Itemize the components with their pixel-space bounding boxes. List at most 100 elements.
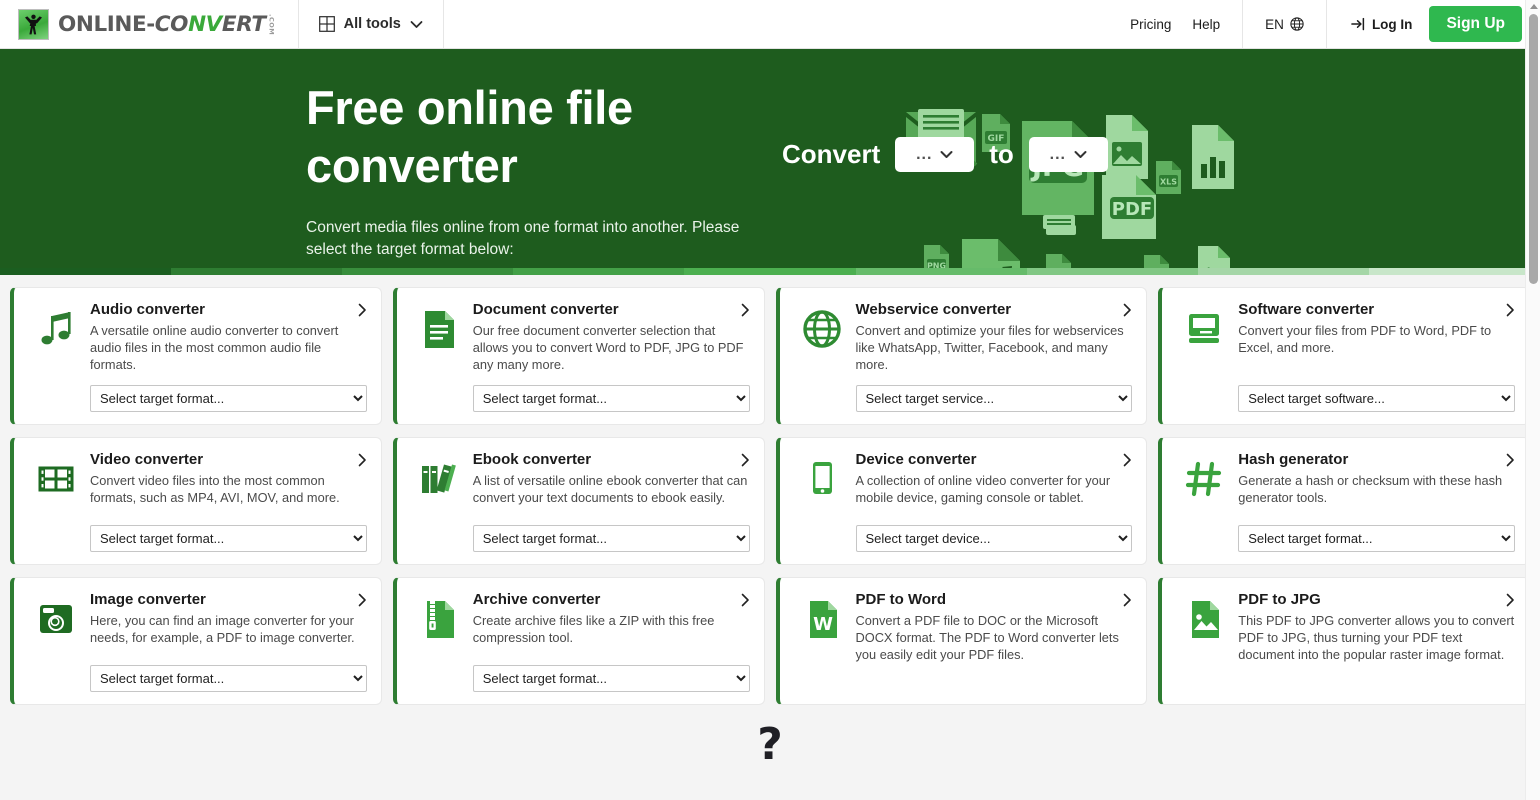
login-arrow-icon bbox=[1351, 17, 1365, 31]
person-raising-arms-icon bbox=[18, 8, 49, 40]
converter-card-software-converter[interactable]: Software converter Convert your files fro… bbox=[1158, 287, 1530, 425]
broken-image-placeholder: ? bbox=[757, 719, 783, 770]
hash-icon bbox=[1182, 457, 1226, 501]
converter-card-document-converter[interactable]: Document converter Our free document conv… bbox=[392, 287, 765, 425]
hero-widget-area: Convert ... to ... bbox=[770, 49, 1540, 275]
hero-strip-segment-3 bbox=[513, 268, 685, 275]
site-header: ONLINE - CO NV ERT .COM All tools Pricing He… bbox=[0, 0, 1540, 49]
card-title: Hash generator bbox=[1238, 451, 1349, 468]
logo-text-co: CO bbox=[154, 11, 189, 37]
help-link[interactable]: Help bbox=[1192, 17, 1220, 32]
convert-to-select[interactable]: ... bbox=[1028, 137, 1108, 172]
convert-to-value: ... bbox=[1049, 145, 1066, 163]
card-description: A versatile online audio converter to co… bbox=[90, 323, 339, 372]
hero-strip-segment-1 bbox=[171, 268, 343, 275]
card-description: Generate a hash or checksum with these h… bbox=[1238, 473, 1503, 505]
tablet-icon bbox=[800, 457, 844, 501]
card-description: Create archive files like a ZIP with thi… bbox=[472, 613, 715, 645]
language-label: EN bbox=[1265, 16, 1284, 32]
card-body: Software converter Convert your files fro… bbox=[1238, 301, 1515, 412]
convert-from-select[interactable]: ... bbox=[895, 137, 975, 172]
ebook-converter-format-select[interactable]: Select target format... bbox=[472, 525, 750, 552]
scroll-up-arrow-icon[interactable] bbox=[1530, 4, 1538, 9]
card-title: Ebook converter bbox=[472, 451, 592, 468]
card-body: Document converter Our free document conv… bbox=[472, 301, 750, 412]
pricing-link[interactable]: Pricing bbox=[1130, 17, 1171, 32]
converter-card-device-converter[interactable]: Device converter A collection of online v… bbox=[775, 437, 1148, 565]
converter-card-pdf-to-jpg[interactable]: PDF to JPG This PDF to JPG converter allo… bbox=[1158, 577, 1530, 705]
converter-card-audio-converter[interactable]: Audio converter A versatile online audio … bbox=[10, 287, 382, 425]
chevron-down-icon bbox=[940, 151, 953, 158]
logo-text-nv: NV bbox=[188, 11, 222, 37]
all-tools-menu[interactable]: All tools bbox=[299, 0, 444, 48]
hero-subtitle: Convert media files online from one form… bbox=[306, 219, 740, 258]
logo-text-ert: ERT bbox=[221, 11, 266, 37]
device-converter-format-select[interactable]: Select target device... bbox=[855, 525, 1133, 552]
page-scrollbar[interactable] bbox=[1525, 0, 1540, 800]
books-icon bbox=[417, 457, 461, 501]
chevron-right-icon bbox=[358, 593, 366, 607]
converter-card-ebook-converter[interactable]: Ebook converter A list of versatile onlin… bbox=[392, 437, 765, 565]
card-body: Archive converter Create archive files li… bbox=[472, 591, 750, 692]
hero-strip-segment-5 bbox=[855, 268, 1027, 275]
converter-card-video-converter[interactable]: Video converter Convert video files into … bbox=[10, 437, 382, 565]
converter-card-webservice-converter[interactable]: Webservice converter Convert and optimize… bbox=[775, 287, 1148, 425]
software-converter-format-select[interactable]: Select target software... bbox=[1238, 385, 1515, 412]
converter-card-pdf-to-word[interactable]: W PDF to Word Convert a PDF file to DOC or… bbox=[775, 577, 1148, 705]
globe-icon bbox=[1290, 17, 1304, 31]
card-select-wrapper: Select target format... bbox=[1238, 513, 1515, 552]
hero-strip-segment-7 bbox=[1197, 268, 1369, 275]
image-converter-format-select[interactable]: Select target format... bbox=[90, 665, 367, 692]
convert-label: Convert bbox=[782, 139, 881, 169]
card-title: Webservice converter bbox=[855, 301, 1012, 318]
card-description: Here, you can find an image converter fo… bbox=[90, 613, 355, 645]
archive-converter-format-select[interactable]: Select target format... bbox=[472, 665, 750, 692]
card-title: Audio converter bbox=[90, 301, 206, 318]
page-title: Free online file converter bbox=[306, 81, 633, 192]
card-select-wrapper: Select target format... bbox=[472, 653, 750, 692]
webservice-converter-format-select[interactable]: Select target service... bbox=[855, 385, 1133, 412]
chevron-right-icon bbox=[358, 303, 366, 317]
card-title: Image converter bbox=[90, 591, 206, 608]
film-strip-icon bbox=[34, 457, 78, 501]
signup-button[interactable]: Sign Up bbox=[1429, 6, 1522, 42]
card-select-wrapper: Select target software... bbox=[1238, 373, 1515, 412]
card-body: PDF to Word Convert a PDF file to DOC or … bbox=[856, 591, 1133, 692]
video-converter-format-select[interactable]: Select target format... bbox=[90, 525, 367, 552]
chevron-down-icon bbox=[1074, 151, 1087, 158]
audio-converter-format-select[interactable]: Select target format... bbox=[90, 385, 367, 412]
card-title: Video converter bbox=[90, 451, 204, 468]
card-title: Device converter bbox=[855, 451, 977, 468]
card-title: PDF to JPG bbox=[1238, 591, 1321, 608]
hero-text-block: Free online file converter Convert media… bbox=[0, 49, 770, 275]
svg-text:W: W bbox=[813, 614, 833, 635]
document-lines-icon bbox=[417, 307, 461, 351]
hash-generator-format-select[interactable]: Select target format... bbox=[1238, 525, 1515, 552]
converter-card-archive-converter[interactable]: Archive converter Create archive files li… bbox=[392, 577, 765, 705]
card-select-wrapper: Select target service... bbox=[855, 373, 1133, 412]
monitor-icon bbox=[1182, 307, 1226, 351]
auth-area: Log In Sign Up bbox=[1327, 0, 1540, 48]
card-description: This PDF to JPG converter allows you to … bbox=[1238, 613, 1515, 662]
chevron-right-icon bbox=[1123, 453, 1132, 467]
hero-gradient-strip bbox=[0, 268, 1540, 275]
site-logo[interactable]: ONLINE - CO NV ERT .COM bbox=[0, 0, 299, 48]
word-file-icon: W bbox=[800, 597, 844, 641]
language-selector[interactable]: EN bbox=[1243, 0, 1327, 48]
card-description: Convert a PDF file to DOC or the Microso… bbox=[855, 613, 1119, 662]
card-body: Device converter A collection of online v… bbox=[855, 451, 1133, 552]
login-button[interactable]: Log In bbox=[1351, 17, 1412, 32]
converter-card-hash-generator[interactable]: Hash generator Generate a hash or checksu… bbox=[1158, 437, 1530, 565]
card-title: Document converter bbox=[472, 301, 619, 318]
hero-section: GIF JPG XLS bbox=[0, 49, 1540, 275]
logo-text-tld: .COM bbox=[267, 14, 276, 36]
chevron-down-icon bbox=[410, 20, 423, 28]
converter-cards-grid: Audio converter A versatile online audio … bbox=[10, 287, 1530, 705]
document-converter-format-select[interactable]: Select target format... bbox=[472, 385, 750, 412]
card-select-wrapper: Select target format... bbox=[90, 513, 367, 552]
chevron-right-icon bbox=[1506, 303, 1514, 317]
hero-strip-segment-0 bbox=[0, 268, 172, 275]
converter-card-image-converter[interactable]: Image converter Here, you can find an ima… bbox=[10, 577, 382, 705]
scrollbar-thumb[interactable] bbox=[1529, 14, 1538, 284]
card-description: Convert and optimize your files for webs… bbox=[855, 323, 1124, 372]
